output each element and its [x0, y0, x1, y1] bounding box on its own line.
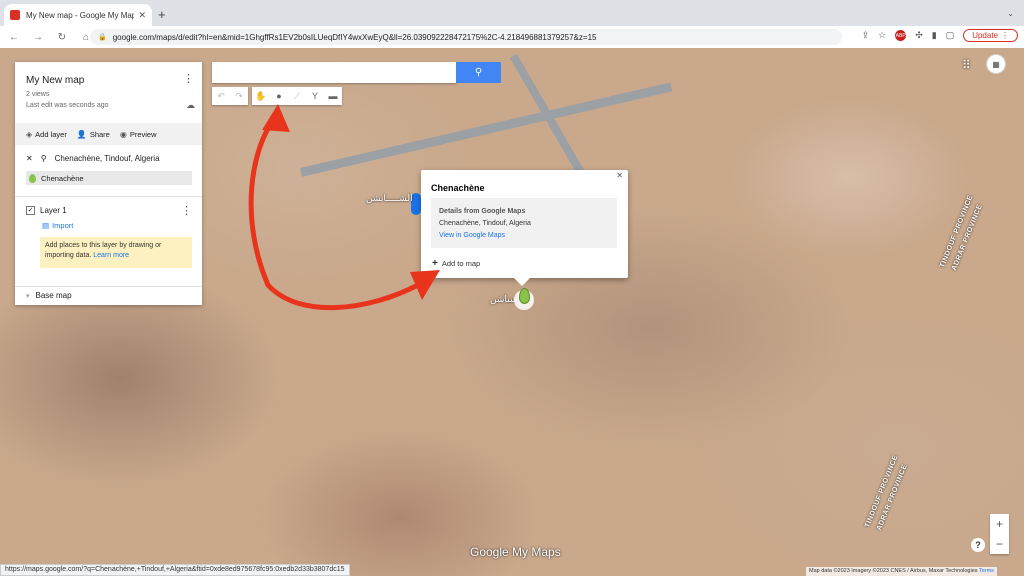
- zoom-in-button[interactable]: +: [990, 514, 1009, 534]
- google-my-maps-logo: Google My Maps: [470, 545, 561, 559]
- map-attribution: Map data ©2023 Imagery ©2023 CNES / Airb…: [806, 567, 997, 576]
- arrow-up-segment: [248, 115, 278, 288]
- attribution-text: Map data ©2023 Imagery ©2023 CNES / Airb…: [809, 568, 978, 574]
- zoom-control: + −: [990, 514, 1009, 554]
- help-icon[interactable]: ?: [971, 538, 985, 552]
- annotation-arrow: [248, 104, 440, 311]
- link-status-bar: https://maps.google.com/?q=Chenachène,+T…: [0, 564, 350, 576]
- terms-link[interactable]: Terms: [979, 568, 994, 574]
- arrow-head-up: [262, 104, 290, 132]
- arrow-right-segment: [265, 282, 421, 311]
- zoom-out-button[interactable]: −: [990, 534, 1009, 554]
